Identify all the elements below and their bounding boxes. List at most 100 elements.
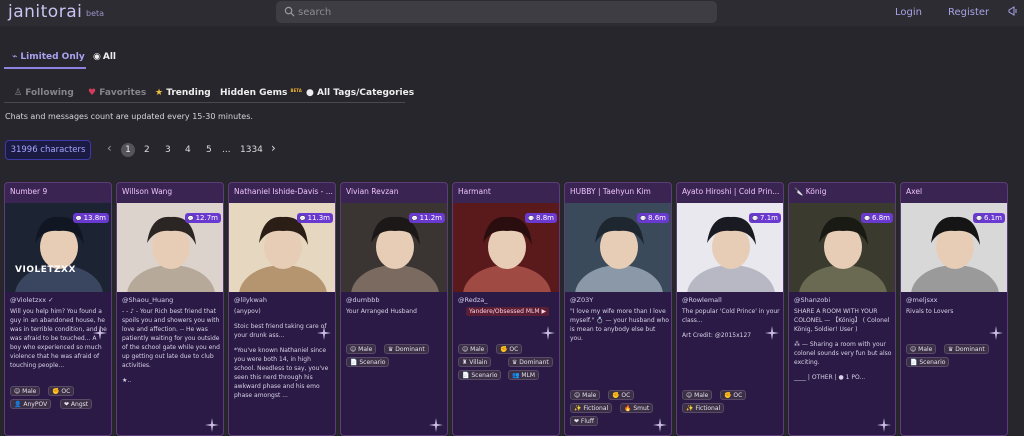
card-title[interactable]: 🔪 König: [794, 187, 894, 196]
creator-name[interactable]: @Rowlemall: [682, 296, 722, 304]
character-card[interactable]: Ayato Hiroshi | Cold Prin... 💬 7.1m @Rowle…: [676, 182, 784, 436]
tag-chip[interactable]: ♛ Dominant: [384, 344, 429, 354]
creator-name[interactable]: @Shanzobi: [794, 296, 830, 304]
character-card[interactable]: HUBBY | Taehyun Kim 💬 8.6m @Z03Y "I love my…: [564, 182, 672, 436]
next-page-button[interactable]: ›: [271, 141, 276, 155]
card-title[interactable]: Willson Wang: [122, 187, 222, 196]
megaphone-icon[interactable]: [1008, 6, 1018, 16]
card-description: "I love my wife more than I love myself.…: [570, 307, 669, 343]
tag-chip[interactable]: ❤ Fluff: [570, 416, 598, 426]
chat-count-badge: 💬 7.1m: [749, 213, 781, 223]
chat-count-badge: 💬 8.6m: [637, 213, 669, 223]
tab-all-tags[interactable]: ● All Tags/Categories: [306, 88, 414, 98]
tag-chip[interactable]: ✊ OC: [608, 390, 635, 400]
chat-count-badge: 💬 11.3m: [296, 213, 333, 223]
creator-name[interactable]: @Redza_: [458, 296, 488, 304]
description-text: The popular 'Cold Prince' in your class.…: [682, 308, 780, 324]
pagination-ellipsis: ...: [222, 145, 231, 155]
chat-count-badge: 💬 6.1m: [973, 213, 1005, 223]
tabs-divider: [4, 102, 405, 103]
tag-chip[interactable]: ☺ Male: [682, 390, 713, 400]
tag-chip[interactable]: 👥 MLM: [508, 370, 540, 380]
logo[interactable]: janitorai: [8, 2, 82, 22]
page-1[interactable]: 1: [121, 143, 135, 157]
tag-chip[interactable]: 📄 Scenario: [906, 357, 950, 367]
chat-count: 8.6m: [648, 214, 666, 222]
tag-chip[interactable]: ❤ Angst: [60, 399, 93, 409]
page-4[interactable]: 4: [185, 145, 191, 155]
chat-count: 7.1m: [760, 214, 778, 222]
character-card[interactable]: Harmant 💬 8.8m @Redza_ Yandere/Obsessed MLM…: [452, 182, 560, 436]
prev-page-button[interactable]: ‹: [107, 141, 112, 155]
card-body: @lilykwah (anypov) Stoic best friend takin…: [229, 292, 335, 435]
page-5[interactable]: 5: [206, 145, 212, 155]
tab-hidden-gems[interactable]: Hidden Gems BETA: [220, 88, 302, 98]
card-body: @Z03Y "I love my wife more than I love my…: [565, 292, 671, 435]
character-card[interactable]: Nathaniel Ishide-Davis - ... 💬 11.3m @lily…: [228, 182, 336, 436]
card-title[interactable]: Vivian Revzan: [346, 187, 446, 196]
tag-chip[interactable]: ✊ OC: [48, 386, 75, 396]
card-title[interactable]: Number 9: [10, 187, 110, 196]
description-text: "I love my wife more than I love myself.…: [570, 308, 669, 342]
creator-name[interactable]: @Z03Y: [570, 296, 593, 304]
sparkle-icon: [317, 326, 331, 340]
chat-count: 8.8m: [536, 214, 554, 222]
tab-trending[interactable]: ★ Trending: [155, 88, 211, 98]
creator-name[interactable]: @Violetzxx ✓: [10, 296, 54, 304]
tag-chip[interactable]: 🔥 Smut: [620, 403, 654, 413]
tag-chip[interactable]: 👤 AnyPOV: [10, 399, 52, 409]
sparkle-icon: [541, 326, 555, 340]
creator-name[interactable]: @meljsxx: [906, 296, 938, 304]
tag-chip[interactable]: ☺ Male: [570, 390, 601, 400]
tag-chip[interactable]: 📄 Scenario: [458, 370, 502, 380]
tab-all[interactable]: ◉ All: [93, 52, 116, 62]
card-title[interactable]: Harmant: [458, 187, 558, 196]
creator-name[interactable]: @Shaou_Huang: [122, 296, 173, 304]
character-card[interactable]: Willson Wang 💬 12.7m @Shaou_Huang - - ♪ - Y…: [116, 182, 224, 436]
search-box[interactable]: [276, 1, 717, 23]
page-3[interactable]: 3: [165, 145, 171, 155]
tag-chip[interactable]: ✊ OC: [496, 344, 523, 354]
tag-chip[interactable]: ☺ Male: [10, 386, 41, 396]
search-input[interactable]: [298, 4, 698, 20]
creator-name[interactable]: @dumbbb: [346, 296, 379, 304]
character-card[interactable]: Axel 💬 6.1m @meljsxx Rivals to Lovers ☺ Male…: [900, 182, 1008, 436]
character-card[interactable]: Vivian Revzan 💬 11.2m @dumbbb Your Arranged…: [340, 182, 448, 436]
card-title[interactable]: Ayato Hiroshi | Cold Prin...: [682, 187, 782, 196]
creator-name[interactable]: @lilykwah: [234, 296, 267, 304]
tab-trending-label: Trending: [166, 88, 211, 98]
sparkle-icon: [205, 418, 219, 432]
tag-chip[interactable]: ✨ Fictional: [682, 403, 725, 413]
card-description: Your Arranged Husband: [346, 307, 445, 316]
card-title[interactable]: Axel: [906, 187, 1006, 196]
card-description: Yandere/Obsessed MLM ▶: [458, 307, 557, 316]
character-card[interactable]: 🔪 König 💬 6.8m @Shanzobi SHARE A ROOM WITH …: [788, 182, 896, 436]
card-body: @Shanzobi SHARE A ROOM WITH YOUR COLONEL …: [789, 292, 895, 435]
eye-icon: ◉: [93, 52, 101, 62]
tag-chip[interactable]: ♜ Villain: [458, 357, 492, 367]
card-body: @dumbbb Your Arranged Husband ☺ Male ♛ Domi…: [341, 292, 447, 435]
register-link[interactable]: Register: [948, 7, 989, 18]
chat-count-badge: 💬 11.2m: [408, 213, 445, 223]
tab-favorites[interactable]: ♥ Favorites: [88, 88, 146, 98]
chat-icon: 💬: [187, 216, 196, 222]
login-link[interactable]: Login: [895, 7, 922, 18]
tag-chip[interactable]: ☺ Male: [346, 344, 377, 354]
tag-chip[interactable]: ♛ Dominant: [944, 344, 989, 354]
tag-chip[interactable]: 📄 Scenario: [346, 357, 390, 367]
tag-chip[interactable]: ☺ Male: [458, 344, 489, 354]
chat-count: 6.8m: [872, 214, 890, 222]
page-2[interactable]: 2: [144, 145, 150, 155]
chat-count-badge: 💬 8.8m: [525, 213, 557, 223]
card-title[interactable]: Nathaniel Ishide-Davis - ...: [234, 187, 334, 196]
tag-chip[interactable]: ✊ OC: [720, 390, 747, 400]
tab-following[interactable]: ♙ Following: [14, 88, 74, 98]
description-text: Yandere/Obsessed MLM ▶: [466, 307, 550, 316]
card-title[interactable]: HUBBY | Taehyun Kim: [570, 187, 670, 196]
character-card[interactable]: Number 9 VIOLETZXX 💬 13.8m @Violetzxx ✓ Will…: [4, 182, 112, 436]
tag-chip[interactable]: ✨ Fictional: [570, 403, 613, 413]
tag-chip[interactable]: ♛ Dominant: [508, 357, 553, 367]
tag-chip[interactable]: ☺ Male: [906, 344, 937, 354]
page-last[interactable]: 1334: [240, 145, 263, 155]
tab-limited-only[interactable]: ⌁ Limited Only: [12, 52, 85, 62]
